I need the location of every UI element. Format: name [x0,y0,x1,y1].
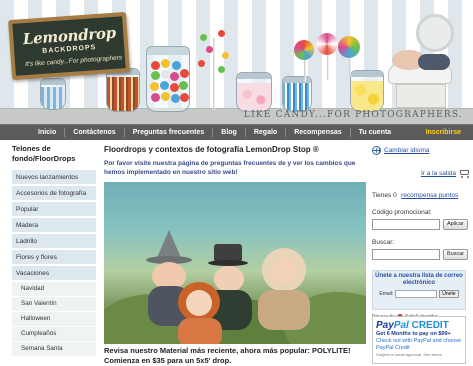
sidebar-item-holidays[interactable]: Vacaciones [12,266,96,282]
newsletter-email-input[interactable] [395,290,438,298]
brand-logo-title: Lemondrop [22,23,117,49]
gumball-jar [146,46,190,112]
sidebar-subitem-valentines[interactable]: San Valentín [12,297,96,312]
faq-notice[interactable]: Por favor visite nuestra página de pregu… [104,159,366,177]
main-navbar: Inicio Contáctenos Preguntas frecuentes … [0,124,473,140]
newsletter-email-label: Email: [379,291,394,297]
search-input[interactable] [372,249,440,260]
category-sidebar: Telones de fondo/FloorDrops Nuevos lanza… [12,144,96,357]
nav-contact[interactable]: Contáctenos [65,129,123,136]
lollipop-2 [316,33,338,55]
paypal-credit-ad[interactable]: PayPal CREDIT Get 6 Months to pay on $99… [372,316,466,364]
candy-jar-stripes [106,68,140,112]
baby-scale [388,14,458,110]
globe-icon [372,145,381,155]
newsletter-join-button[interactable]: Únete [439,290,459,298]
header-banner: Lemondrop BACKDROPS It's like candy...Fo… [0,0,473,124]
apply-promo-button[interactable]: Aplicar [443,219,468,230]
nav-faq[interactable]: Preguntas frecuentes [125,129,213,136]
page-title: Floordrops y contextos de fotografía Lem… [104,145,319,154]
nav-signup[interactable]: Inscribirse [426,129,461,136]
promo-label: Código promocional: [372,209,432,216]
sidebar-item-flowers[interactable]: Flores y flores [12,250,96,266]
newsletter-box: Únete a nuestra lista de correo electrón… [372,270,466,310]
paypal-credit-logo: PayPal CREDIT [376,320,449,331]
nav-rewards[interactable]: Recompensas [286,129,349,136]
sidebar-item-wood[interactable]: Madera [12,218,96,234]
nav-home[interactable]: Inicio [30,129,64,136]
brand-logo-tagline: It's like candy...For photographers [24,54,123,69]
sidebar-subitem-christmas[interactable]: Navidad [12,282,96,297]
nav-blog[interactable]: Blog [213,129,245,136]
sidebar-item-accessories[interactable]: Accesorios de fotografía [12,186,96,202]
promo-code-input[interactable] [372,219,440,230]
candy-jar-straws [282,76,312,112]
change-language-link[interactable]: Cambiar idioma [384,147,430,154]
candy-jar-lemon [350,70,384,112]
right-sidebar: Cambiar idioma Ir a la salida Tienes 0 r… [372,144,470,364]
banner-tagline: LIKE CANDY...FOR PHOTOGRAPHERS. [243,110,463,120]
sidebar-subitem-birthday[interactable]: Cumpleaños [12,327,96,342]
paypal-offer: Get 6 Months to pay on $99+ [376,331,451,337]
sidebar-subitem-easter[interactable]: Semana Santa [12,342,96,357]
search-button[interactable]: Buscar [443,249,469,260]
sidebar-item-new-releases[interactable]: Nuevos lanzamientos [12,170,96,186]
candy-jar-blue [40,78,66,110]
sidebar-title: Telones de fondo/FloorDrops [12,144,76,163]
main-content: Floordrops y contextos de fotografía Lem… [104,144,366,365]
points-prefix: Tienes 0 [372,192,397,199]
hero-caption[interactable]: Revisa nuestro Material más reciente, ah… [104,346,366,366]
rewards-points-link[interactable]: recompensa puntos [401,192,458,199]
sidebar-item-popular[interactable]: Popular [12,202,96,218]
sidebar-item-brick[interactable]: Ladrillo [12,234,96,250]
lollipop-3 [338,36,360,58]
brand-logo-sign[interactable]: Lemondrop BACKDROPS It's like candy...Fo… [8,11,130,81]
newsletter-title: Únete a nuestra lista de correo electrón… [375,273,463,286]
candy-jar-pink [236,72,272,112]
cart-icon[interactable] [458,169,470,178]
paypal-terms: Subject to credit approval. See terms. [376,352,443,357]
lollipop-1 [294,40,314,60]
sidebar-subitem-halloween[interactable]: Halloween [12,312,96,327]
nav-account[interactable]: Tu cuenta [351,129,400,136]
hero-photo[interactable] [104,182,366,344]
checkout-link[interactable]: Ir a la salida [421,170,456,177]
nav-gift[interactable]: Regalo [246,129,285,136]
search-label: Buscar: [372,239,395,246]
paypal-cta: Check out with PayPal and choose PayPal … [376,338,461,351]
